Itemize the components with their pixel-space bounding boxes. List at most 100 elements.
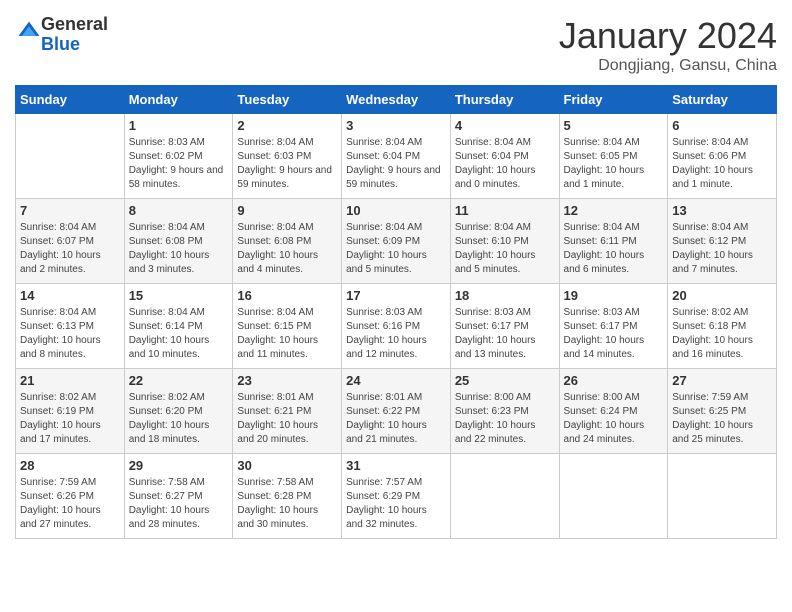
day-number: 1 bbox=[129, 118, 229, 133]
day-number: 13 bbox=[672, 203, 772, 218]
day-info: Sunrise: 8:04 AMSunset: 6:08 PMDaylight:… bbox=[237, 221, 337, 277]
calendar-cell: 24Sunrise: 8:01 AMSunset: 6:22 PMDayligh… bbox=[342, 369, 451, 454]
day-info: Sunrise: 8:04 AMSunset: 6:14 PMDaylight:… bbox=[129, 306, 229, 362]
title-block: January 2024 Dongjiang, Gansu, China bbox=[559, 15, 777, 75]
logo: General Blue bbox=[15, 15, 108, 55]
calendar-cell: 13 Sunrise: 8:04 AMSunset: 6:12 PMDayligh… bbox=[668, 199, 777, 284]
calendar-week-row: 7 Sunrise: 8:04 AMSunset: 6:07 PMDaylight… bbox=[16, 199, 777, 284]
day-number: 21 bbox=[20, 373, 120, 388]
calendar-cell bbox=[450, 454, 559, 539]
day-info: Sunrise: 8:04 AMSunset: 6:15 PMDaylight:… bbox=[237, 306, 337, 362]
weekday-header: Wednesday bbox=[342, 86, 451, 114]
day-info: Sunrise: 8:02 AMSunset: 6:18 PMDaylight:… bbox=[672, 306, 772, 362]
day-number: 10 bbox=[346, 203, 446, 218]
calendar-cell: 22Sunrise: 8:02 AMSunset: 6:20 PMDayligh… bbox=[124, 369, 233, 454]
day-number: 7 bbox=[20, 203, 120, 218]
calendar-cell: 18 Sunrise: 8:03 AMSunset: 6:17 PMDayligh… bbox=[450, 284, 559, 369]
calendar-cell: 25Sunrise: 8:00 AMSunset: 6:23 PMDayligh… bbox=[450, 369, 559, 454]
calendar-cell: 27 Sunrise: 7:59 AMSunset: 6:25 PMDayligh… bbox=[668, 369, 777, 454]
calendar-cell: 14 Sunrise: 8:04 AMSunset: 6:13 PMDayligh… bbox=[16, 284, 125, 369]
weekday-header: Monday bbox=[124, 86, 233, 114]
day-info: Sunrise: 8:04 AMSunset: 6:09 PMDaylight:… bbox=[346, 221, 446, 277]
day-info: Sunrise: 8:02 AMSunset: 6:19 PMDaylight:… bbox=[20, 391, 120, 447]
day-info: Sunrise: 8:04 AMSunset: 6:03 PMDaylight:… bbox=[237, 136, 337, 192]
calendar-cell: 28 Sunrise: 7:59 AMSunset: 6:26 PMDayligh… bbox=[16, 454, 125, 539]
day-number: 19 bbox=[564, 288, 664, 303]
day-info: Sunrise: 8:04 AMSunset: 6:08 PMDaylight:… bbox=[129, 221, 229, 277]
day-number: 27 bbox=[672, 373, 772, 388]
day-number: 29 bbox=[129, 458, 229, 473]
calendar-cell: 16 Sunrise: 8:04 AMSunset: 6:15 PMDayligh… bbox=[233, 284, 342, 369]
day-info: Sunrise: 8:03 AMSunset: 6:16 PMDaylight:… bbox=[346, 306, 446, 362]
day-info: Sunrise: 8:04 AMSunset: 6:12 PMDaylight:… bbox=[672, 221, 772, 277]
calendar-cell: 4 Sunrise: 8:04 AMSunset: 6:04 PMDaylight… bbox=[450, 114, 559, 199]
calendar-cell: 9 Sunrise: 8:04 AMSunset: 6:08 PMDaylight… bbox=[233, 199, 342, 284]
weekday-header: Sunday bbox=[16, 86, 125, 114]
calendar-cell bbox=[559, 454, 668, 539]
calendar-cell: 23 Sunrise: 8:01 AMSunset: 6:21 PMDayligh… bbox=[233, 369, 342, 454]
calendar-cell: 2Sunrise: 8:04 AMSunset: 6:03 PMDaylight… bbox=[233, 114, 342, 199]
calendar-cell: 31 Sunrise: 7:57 AMSunset: 6:29 PMDayligh… bbox=[342, 454, 451, 539]
calendar-cell: 12Sunrise: 8:04 AMSunset: 6:11 PMDayligh… bbox=[559, 199, 668, 284]
calendar-week-row: 1 Sunrise: 8:03 AMSunset: 6:02 PMDaylight… bbox=[16, 114, 777, 199]
calendar-cell: 21 Sunrise: 8:02 AMSunset: 6:19 PMDayligh… bbox=[16, 369, 125, 454]
logo-icon bbox=[17, 20, 41, 44]
weekday-header: Tuesday bbox=[233, 86, 342, 114]
calendar-cell: 1 Sunrise: 8:03 AMSunset: 6:02 PMDaylight… bbox=[124, 114, 233, 199]
day-number: 11 bbox=[455, 203, 555, 218]
calendar-cell: 17 Sunrise: 8:03 AMSunset: 6:16 PMDayligh… bbox=[342, 284, 451, 369]
calendar-cell: 29Sunrise: 7:58 AMSunset: 6:27 PMDayligh… bbox=[124, 454, 233, 539]
calendar-cell bbox=[16, 114, 125, 199]
day-info: Sunrise: 8:03 AMSunset: 6:02 PMDaylight:… bbox=[129, 136, 229, 192]
day-info: Sunrise: 8:04 AMSunset: 6:04 PMDaylight:… bbox=[346, 136, 446, 192]
page-header: General Blue January 2024 Dongjiang, Gan… bbox=[15, 15, 777, 75]
day-info: Sunrise: 7:57 AMSunset: 6:29 PMDaylight:… bbox=[346, 476, 446, 532]
day-info: Sunrise: 8:04 AMSunset: 6:10 PMDaylight:… bbox=[455, 221, 555, 277]
day-info: Sunrise: 8:01 AMSunset: 6:21 PMDaylight:… bbox=[237, 391, 337, 447]
day-number: 18 bbox=[455, 288, 555, 303]
day-number: 5 bbox=[564, 118, 664, 133]
calendar-cell: 7 Sunrise: 8:04 AMSunset: 6:07 PMDaylight… bbox=[16, 199, 125, 284]
day-number: 17 bbox=[346, 288, 446, 303]
day-number: 8 bbox=[129, 203, 229, 218]
calendar-week-row: 21 Sunrise: 8:02 AMSunset: 6:19 PMDayligh… bbox=[16, 369, 777, 454]
day-info: Sunrise: 8:04 AMSunset: 6:05 PMDaylight:… bbox=[564, 136, 664, 192]
day-info: Sunrise: 8:03 AMSunset: 6:17 PMDaylight:… bbox=[455, 306, 555, 362]
day-info: Sunrise: 8:01 AMSunset: 6:22 PMDaylight:… bbox=[346, 391, 446, 447]
day-info: Sunrise: 7:59 AMSunset: 6:25 PMDaylight:… bbox=[672, 391, 772, 447]
day-number: 22 bbox=[129, 373, 229, 388]
calendar-cell: 15Sunrise: 8:04 AMSunset: 6:14 PMDayligh… bbox=[124, 284, 233, 369]
weekday-header: Saturday bbox=[668, 86, 777, 114]
calendar-cell: 6Sunrise: 8:04 AMSunset: 6:06 PMDaylight… bbox=[668, 114, 777, 199]
day-info: Sunrise: 8:04 AMSunset: 6:07 PMDaylight:… bbox=[20, 221, 120, 277]
calendar-cell: 3 Sunrise: 8:04 AMSunset: 6:04 PMDaylight… bbox=[342, 114, 451, 199]
weekday-header-row: SundayMondayTuesdayWednesdayThursdayFrid… bbox=[16, 86, 777, 114]
day-number: 4 bbox=[455, 118, 555, 133]
day-number: 31 bbox=[346, 458, 446, 473]
day-info: Sunrise: 8:04 AMSunset: 6:04 PMDaylight:… bbox=[455, 136, 555, 192]
calendar-cell: 11 Sunrise: 8:04 AMSunset: 6:10 PMDayligh… bbox=[450, 199, 559, 284]
weekday-header: Friday bbox=[559, 86, 668, 114]
day-number: 28 bbox=[20, 458, 120, 473]
day-info: Sunrise: 8:04 AMSunset: 6:06 PMDaylight:… bbox=[672, 136, 772, 192]
calendar-cell: 19 Sunrise: 8:03 AMSunset: 6:17 PMDayligh… bbox=[559, 284, 668, 369]
day-number: 16 bbox=[237, 288, 337, 303]
day-info: Sunrise: 7:58 AMSunset: 6:28 PMDaylight:… bbox=[237, 476, 337, 532]
logo-blue-text: Blue bbox=[41, 34, 80, 54]
day-number: 14 bbox=[20, 288, 120, 303]
day-info: Sunrise: 8:03 AMSunset: 6:17 PMDaylight:… bbox=[564, 306, 664, 362]
location-subtitle: Dongjiang, Gansu, China bbox=[559, 57, 777, 75]
day-info: Sunrise: 8:04 AMSunset: 6:13 PMDaylight:… bbox=[20, 306, 120, 362]
logo-general-text: General bbox=[41, 14, 108, 34]
calendar-cell bbox=[668, 454, 777, 539]
day-number: 30 bbox=[237, 458, 337, 473]
day-info: Sunrise: 7:59 AMSunset: 6:26 PMDaylight:… bbox=[20, 476, 120, 532]
calendar-week-row: 28 Sunrise: 7:59 AMSunset: 6:26 PMDayligh… bbox=[16, 454, 777, 539]
day-number: 9 bbox=[237, 203, 337, 218]
calendar-cell: 20Sunrise: 8:02 AMSunset: 6:18 PMDayligh… bbox=[668, 284, 777, 369]
day-number: 23 bbox=[237, 373, 337, 388]
day-info: Sunrise: 8:00 AMSunset: 6:23 PMDaylight:… bbox=[455, 391, 555, 447]
calendar-week-row: 14 Sunrise: 8:04 AMSunset: 6:13 PMDayligh… bbox=[16, 284, 777, 369]
day-number: 3 bbox=[346, 118, 446, 133]
calendar-cell: 10 Sunrise: 8:04 AMSunset: 6:09 PMDayligh… bbox=[342, 199, 451, 284]
